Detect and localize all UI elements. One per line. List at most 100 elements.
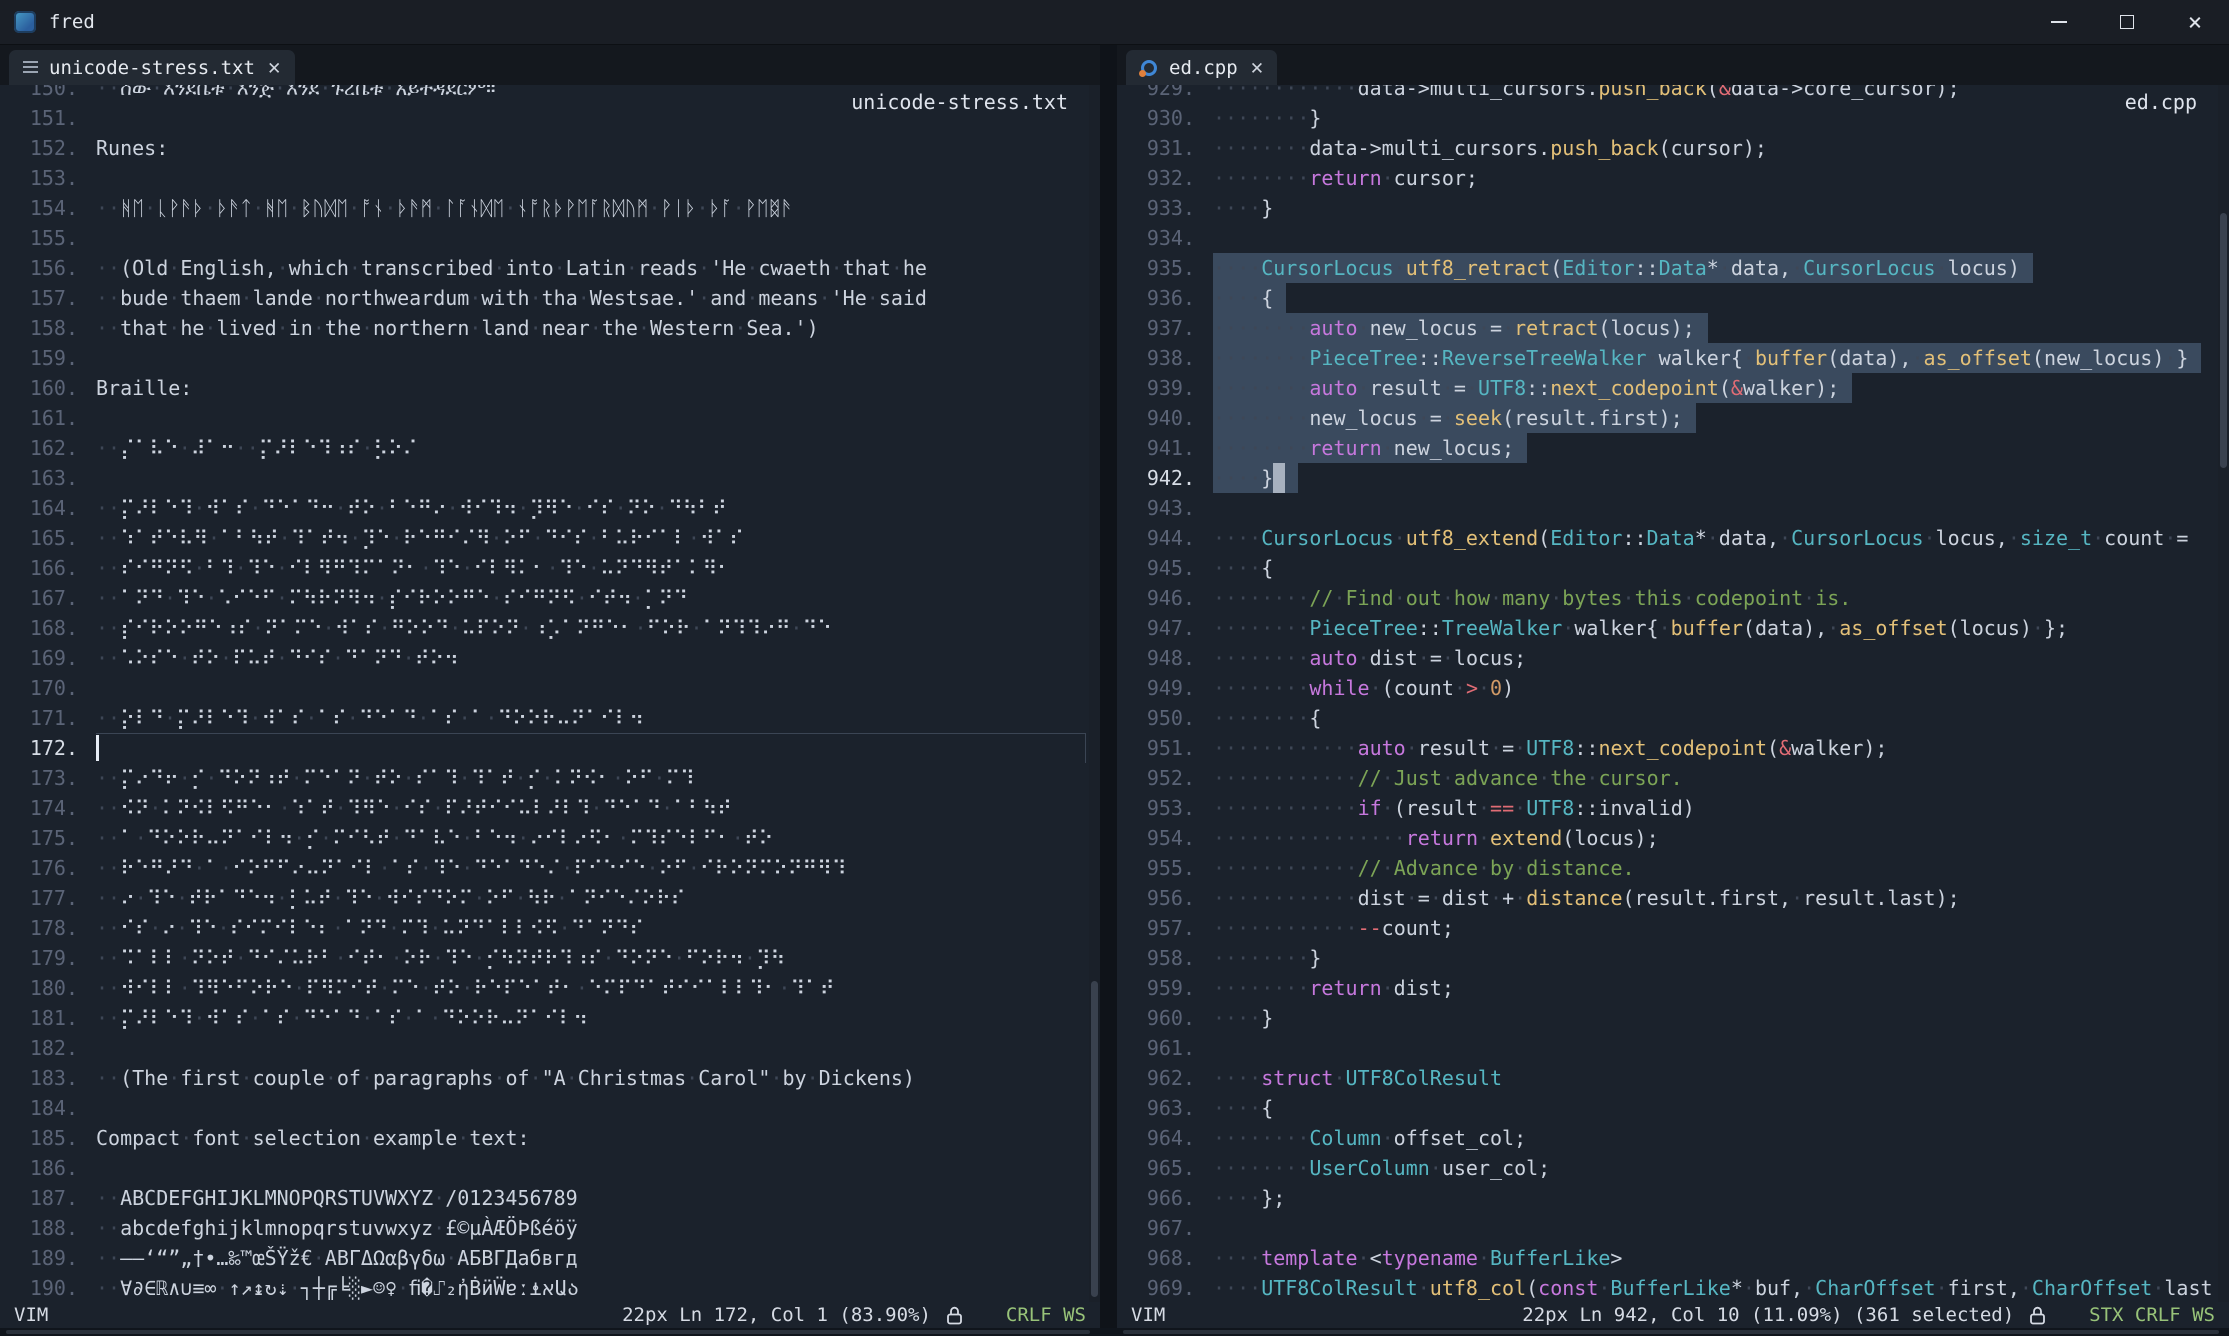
line-content[interactable]: ············dist·=·dist·+·distance(resul…	[1213, 883, 2229, 913]
tab-unicode-stress-txt[interactable]: unicode-stress.txt ✕	[9, 50, 295, 85]
code-line[interactable]: 939.········auto·result·=·UTF8::next_cod…	[1117, 373, 2229, 403]
line-content[interactable]: ········auto·result·=·UTF8::next_codepoi…	[1213, 373, 2229, 403]
code-line[interactable]: 963.····{	[1117, 1093, 2229, 1123]
code-line[interactable]: 160.Braille:	[0, 373, 1100, 403]
maximize-button[interactable]	[2093, 0, 2161, 44]
code-line[interactable]: 164.··⡍⠜⠇⠑⠹·⠺⠁⠎·⠙⠑⠁⠙⠒·⠞⠕·⠃⠑⠛⠔·⠺⠊⠹⠲·⡹⠻⠑·⠊…	[0, 493, 1100, 523]
code-line[interactable]: 969.····UTF8ColResult·utf8_col(const·Buf…	[1117, 1273, 2229, 1302]
code-line[interactable]: 957.············--count;	[1117, 913, 2229, 943]
code-line[interactable]: 938.········PieceTree::ReverseTreeWalker…	[1117, 343, 2229, 373]
line-content[interactable]: ········}	[1213, 103, 2229, 133]
code-line[interactable]: 175.··⠁·⠙⠕⠕⠗⠤⠝⠁⠊⠇⠲·⡊·⠍⠊⠣⠞·⠙⠁⠧⠑·⠃⠑⠲·⠔⠊⠇⠔⠫…	[0, 823, 1100, 853]
scrollbar-thumb[interactable]	[2220, 213, 2227, 469]
code-line[interactable]: 171.··⡕⠇⠙·⡍⠜⠇⠑⠹·⠺⠁⠎·⠁⠎·⠙⠑⠁⠙·⠁⠎·⠁·⠙⠕⠕⠗⠤⠝⠁…	[0, 703, 1100, 733]
code-line[interactable]: 940.········new_locus·=·seek(result.firs…	[1117, 403, 2229, 433]
code-line[interactable]: 185.Compact·font·selection·example·text:	[0, 1123, 1100, 1153]
code-line[interactable]: 958.········}	[1117, 943, 2229, 973]
line-content[interactable]: Braille:	[96, 373, 1100, 403]
code-line[interactable]: 180.··⠺⠊⠇⠇·⠹⠻⠑⠋⠕⠗⠑·⠏⠻⠍⠊⠞·⠍⠑·⠞⠕·⠗⠑⠏⠑⠁⠞⠂·⠑…	[0, 973, 1100, 1003]
code-line[interactable]: 178.··⠊⠎·⠔·⠹⠑·⠎⠊⠍⠊⠇⠑⠆·⠁⠝⠙·⠍⠹·⠥⠝⠙⠁⠇⠇⠪⠫·⠙⠁…	[0, 913, 1100, 943]
line-content[interactable]: ··⠁⠝⠙·⠹⠑·⠡⠊⠑⠋·⠍⠳⠗⠝⠻⠲·⡎⠊⠗⠕⠕⠛⠑·⠎⠊⠛⠝⠫·⠊⠞⠲·⡁…	[96, 583, 1100, 613]
line-content[interactable]: ············auto·result·=·UTF8::next_cod…	[1213, 733, 2229, 763]
line-content[interactable]: Compact·font·selection·example·text:	[96, 1123, 1100, 1153]
code-line[interactable]: 959.········return·dist;	[1117, 973, 2229, 1003]
line-content[interactable]: ····{	[1213, 283, 2229, 313]
line-content[interactable]: ····struct·UTF8ColResult	[1213, 1063, 2229, 1093]
line-content[interactable]: ··⡕⠇⠙·⡍⠜⠇⠑⠹·⠺⠁⠎·⠁⠎·⠙⠑⠁⠙·⠁⠎·⠁·⠙⠕⠕⠗⠤⠝⠁⠊⠇⠲	[96, 703, 1100, 733]
horizontal-scrollbar-thumb[interactable]	[1123, 1330, 2219, 1334]
left-editor[interactable]: 150.··ሰው·እንደቤቱ·እንጅ·እንደ·ጉረቤቱ·አይተዳደርም።151.…	[0, 85, 1100, 1302]
line-content[interactable]: ····template·<typename·BufferLike>	[1213, 1243, 2229, 1273]
code-line[interactable]: 961.	[1117, 1033, 2229, 1063]
line-content[interactable]	[96, 1033, 1100, 1063]
line-content[interactable]: ············//·Advance·by·distance.	[1213, 853, 2229, 883]
line-content[interactable]	[96, 343, 1100, 373]
code-line[interactable]: 169.··⠡⠕⠎⠑·⠞⠕·⠏⠥⠞·⠙⠊⠎·⠙⠁⠝⠙·⠞⠕⠲	[0, 643, 1100, 673]
code-line[interactable]: 933.····}	[1117, 193, 2229, 223]
code-line[interactable]: 154.··ᚻᛖ·ᚳᚹᚫᚦ·ᚦᚫᛏ·ᚻᛖ·ᛒᚢᛞᛖ·ᚩᚾ·ᚦᚫᛗ·ᛚᚪᚾᛞᛖ·ᚾ…	[0, 193, 1100, 223]
line-content[interactable]: ········PieceTree::TreeWalker·walker{·bu…	[1213, 613, 2229, 643]
line-content[interactable]: ··⠁·⠙⠕⠕⠗⠤⠝⠁⠊⠇⠲·⡊·⠍⠊⠣⠞·⠙⠁⠧⠑·⠃⠑⠲·⠔⠊⠇⠔⠫⠂·⠍⠹…	[96, 823, 1100, 853]
line-content[interactable]: ········{	[1213, 703, 2229, 733]
line-content[interactable]: ····CursorLocus·utf8_retract(Editor::Dat…	[1213, 253, 2229, 283]
line-content[interactable]: ········PieceTree::ReverseTreeWalker·wal…	[1213, 343, 2229, 373]
line-content[interactable]: ········}	[1213, 943, 2229, 973]
line-content[interactable]: ··⠎⠊⠛⠝⠫·⠃⠹·⠹⠑·⠊⠇⠻⠛⠹⠍⠁⠝⠂·⠹⠑·⠊⠇⠻⠅⠂·⠹⠑·⠥⠝⠙⠻…	[96, 553, 1100, 583]
code-line[interactable]: 965.········UserColumn·user_col;	[1117, 1153, 2229, 1183]
line-content[interactable]: ············data->multi_cursors.push_bac…	[1213, 85, 2229, 103]
line-content[interactable]: ··abcdefghijklmnopqrstuvwxyz·£©µÀÆÖÞßéöÿ	[96, 1213, 1100, 1243]
tab-close-icon[interactable]: ✕	[1251, 57, 1264, 78]
line-content[interactable]: ··⠗⠑⠛⠜⠙·⠁·⠊⠕⠋⠋⠔⠤⠝⠁⠊⠇·⠁⠎·⠹⠑·⠙⠑⠁⠙⠑⠌·⠏⠊⠑⠊⠑·…	[96, 853, 1100, 883]
code-line[interactable]: 960.····}	[1117, 1003, 2229, 1033]
horizontal-scrollbar-strip[interactable]	[0, 1328, 2229, 1336]
line-content[interactable]: ········data->multi_cursors.push_back(cu…	[1213, 133, 2229, 163]
line-content[interactable]: ········auto·new_locus·=·retract(locus);	[1213, 313, 2229, 343]
code-line[interactable]: 950.········{	[1117, 703, 2229, 733]
code-line[interactable]: 153.	[0, 163, 1100, 193]
code-line[interactable]: 946.········//·Find·out·how·many·bytes·t…	[1117, 583, 2229, 613]
line-content[interactable]: ····};	[1213, 1183, 2229, 1213]
code-line[interactable]: 157.··bude·thaem·lande·northweardum·with…	[0, 283, 1100, 313]
code-line[interactable]: 166.··⠎⠊⠛⠝⠫·⠃⠹·⠹⠑·⠊⠇⠻⠛⠹⠍⠁⠝⠂·⠹⠑·⠊⠇⠻⠅⠂·⠹⠑·…	[0, 553, 1100, 583]
line-content[interactable]	[1213, 223, 2229, 253]
line-content[interactable]	[96, 403, 1100, 433]
line-content[interactable]: ····}	[1213, 193, 2229, 223]
code-line[interactable]: 942.····}	[1117, 463, 2229, 493]
code-line[interactable]: 936.····{	[1117, 283, 2229, 313]
line-content[interactable]: ········while·(count·>·0)	[1213, 673, 2229, 703]
line-content[interactable]: ··(The·first·couple·of·paragraphs·of·"A·…	[96, 1063, 1100, 1093]
code-line[interactable]: 186.	[0, 1153, 1100, 1183]
line-content[interactable]: ····CursorLocus·utf8_extend(Editor::Data…	[1213, 523, 2229, 553]
line-content[interactable]: ··⡎⠊⠗⠕⠕⠛⠑⠰⠎·⠝⠁⠍⠑·⠺⠁⠎·⠛⠕⠕⠙·⠥⠏⠕⠝·⠰⡡⠁⠝⠛⠑⠂·⠋…	[96, 613, 1100, 643]
code-line[interactable]: 159.	[0, 343, 1100, 373]
code-line[interactable]: 163.	[0, 463, 1100, 493]
code-line[interactable]: 158.··that·he·lived·in·the·northern·land…	[0, 313, 1100, 343]
line-content[interactable]	[96, 1153, 1100, 1183]
code-line[interactable]: 162.··⡌⠁⠧⠑·⠼⠁⠒··⡍⠜⠇⠑⠹⠰⠎·⡣⠕⠌	[0, 433, 1100, 463]
code-line[interactable]: 189.··–—‘“”„†•…‰™œŠŸž€·ΑΒΓΔΩαβγδω·АБВГДа…	[0, 1243, 1100, 1273]
code-line[interactable]: 172.	[0, 733, 1100, 763]
line-content[interactable]: ··⠔·⠹⠑·⠞⠗⠁⠙⠑⠲·⡃⠥⠞·⠹⠑·⠺⠊⠎⠙⠕⠍·⠕⠋·⠳⠗·⠁⠝⠊⠑⠌⠕…	[96, 883, 1100, 913]
code-line[interactable]: 962.····struct·UTF8ColResult	[1117, 1063, 2229, 1093]
horizontal-scrollbar-thumb[interactable]	[6, 1330, 1090, 1334]
code-line[interactable]: 165.··⠱⠁⠞⠑⠧⠻·⠁⠃⠳⠞·⠹⠁⠞⠲·⡹⠑·⠗⠑⠛⠊⠌⠻·⠕⠋·⠙⠊⠎·…	[0, 523, 1100, 553]
code-line[interactable]: 176.··⠗⠑⠛⠜⠙·⠁·⠊⠕⠋⠋⠔⠤⠝⠁⠊⠇·⠁⠎·⠹⠑·⠙⠑⠁⠙⠑⠌·⠏⠊…	[0, 853, 1100, 883]
code-line[interactable]: 161.	[0, 403, 1100, 433]
line-content[interactable]: ··ABCDEFGHIJKLMNOPQRSTUVWXYZ·/0123456789	[96, 1183, 1100, 1213]
line-content[interactable]: Runes:	[96, 133, 1100, 163]
line-content[interactable]: ············//·Just·advance·the·cursor.	[1213, 763, 2229, 793]
right-editor[interactable]: 929.············data->multi_cursors.push…	[1117, 85, 2229, 1302]
line-content[interactable]: ··⡍⠜⠇⠑⠹·⠺⠁⠎·⠙⠑⠁⠙⠒·⠞⠕·⠃⠑⠛⠔·⠺⠊⠹⠲·⡹⠻⠑·⠊⠎·⠝⠕…	[96, 493, 1100, 523]
code-line[interactable]: 184.	[0, 1093, 1100, 1123]
line-content[interactable]	[96, 673, 1100, 703]
line-content[interactable]: ········return·dist;	[1213, 973, 2229, 1003]
code-line[interactable]: 181.··⡍⠜⠇⠑⠹·⠺⠁⠎·⠁⠎·⠙⠑⠁⠙·⠁⠎·⠁·⠙⠕⠕⠗⠤⠝⠁⠊⠇⠲	[0, 1003, 1100, 1033]
code-line[interactable]: 183.··(The·first·couple·of·paragraphs·of…	[0, 1063, 1100, 1093]
code-line[interactable]: 967.	[1117, 1213, 2229, 1243]
line-content[interactable]: ··⡍⠔⠙⠖·⡊·⠙⠕⠝⠰⠞·⠍⠑⠁⠝·⠞⠕·⠎⠁⠹·⠹⠁⠞·⡊·⠅⠝⠪⠂·⠕⠋…	[96, 763, 1100, 793]
line-content[interactable]: ········return·cursor;	[1213, 163, 2229, 193]
code-line[interactable]: 935.····CursorLocus·utf8_retract(Editor:…	[1117, 253, 2229, 283]
scrollbar-thumb[interactable]	[1091, 981, 1098, 1297]
line-content[interactable]: ··⠊⠎·⠔·⠹⠑·⠎⠊⠍⠊⠇⠑⠆·⠁⠝⠙·⠍⠹·⠥⠝⠙⠁⠇⠇⠪⠫·⠙⠁⠝⠙⠎	[96, 913, 1100, 943]
tab-close-icon[interactable]: ✕	[268, 57, 281, 78]
